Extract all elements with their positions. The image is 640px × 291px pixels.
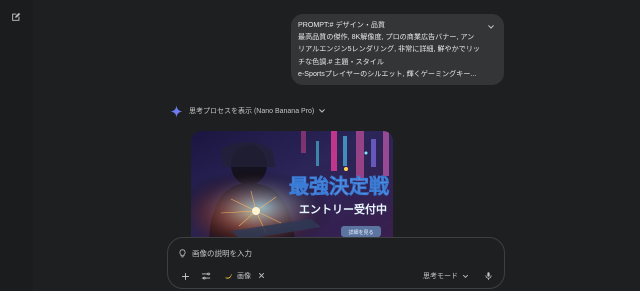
thinking-label: 思考プロセスを表示 (Nano Banana Pro) bbox=[189, 108, 315, 115]
tune-icon bbox=[201, 272, 211, 280]
image-description-input[interactable] bbox=[192, 248, 452, 258]
image-mode-chip[interactable]: 画像 bbox=[221, 269, 268, 283]
chevron-down-icon bbox=[463, 274, 468, 278]
banner-cta-label: 詳細を見る bbox=[348, 229, 373, 236]
sidebar bbox=[0, 0, 33, 291]
composer-toolbar: 画像 思考モード bbox=[177, 268, 495, 284]
mode-label: 思考モード bbox=[423, 273, 458, 280]
gemini-spark-icon bbox=[170, 105, 183, 117]
remove-chip-button[interactable] bbox=[258, 272, 265, 281]
close-icon bbox=[259, 272, 264, 278]
user-prompt-bubble: PROMPT:# デザイン・品質 最高品質の傑作, 8K解像度, プロの商業広告… bbox=[291, 14, 504, 85]
add-button[interactable] bbox=[177, 268, 193, 284]
banner-subline: エントリー受付中 bbox=[299, 202, 387, 216]
expand-prompt-button[interactable] bbox=[486, 22, 496, 32]
app-window: PROMPT:# デザイン・品質 最高品質の傑作, 8K解像度, プロの商業広告… bbox=[0, 0, 640, 291]
new-chat-button[interactable] bbox=[9, 10, 23, 24]
image-hint-icon bbox=[179, 248, 186, 257]
microphone-icon bbox=[485, 272, 491, 281]
chat-main: PROMPT:# デザイン・品質 最高品質の傑作, 8K解像度, プロの商業広告… bbox=[33, 0, 640, 291]
tools-button[interactable] bbox=[198, 268, 214, 284]
esports-banner-image: 最強決定戦 エントリー受付中 詳細を見る bbox=[191, 131, 393, 240]
show-thinking-toggle[interactable]: 思考プロセスを表示 (Nano Banana Pro) bbox=[189, 106, 326, 116]
banner-headline: 最強決定戦 bbox=[289, 174, 389, 198]
image-chip-label: 画像 bbox=[237, 273, 251, 280]
response-header: 思考プロセスを表示 (Nano Banana Pro) bbox=[170, 104, 326, 118]
prompt-line: e-Sportsプレイヤーのシルエット, 輝くゲーミングキー... bbox=[298, 69, 477, 78]
generated-image[interactable]: 最強決定戦 エントリー受付中 詳細を見る bbox=[191, 131, 393, 240]
plus-icon bbox=[181, 272, 189, 280]
banana-icon bbox=[225, 273, 233, 279]
prompt-line: 最高品質の傑作, 8K解像度, プロの商業広告バナー, アンリアルエンジン5レン… bbox=[298, 33, 481, 66]
thinking-mode-select[interactable]: 思考モード bbox=[423, 271, 469, 281]
edit-square-icon bbox=[12, 12, 21, 21]
microphone-button[interactable] bbox=[481, 269, 495, 283]
chevron-down-icon bbox=[488, 25, 494, 29]
prompt-line: PROMPT:# デザイン・品質 bbox=[298, 21, 386, 29]
composer-input-row bbox=[178, 246, 478, 260]
chevron-down-icon bbox=[319, 109, 326, 113]
prompt-composer: 画像 思考モード bbox=[167, 237, 505, 289]
